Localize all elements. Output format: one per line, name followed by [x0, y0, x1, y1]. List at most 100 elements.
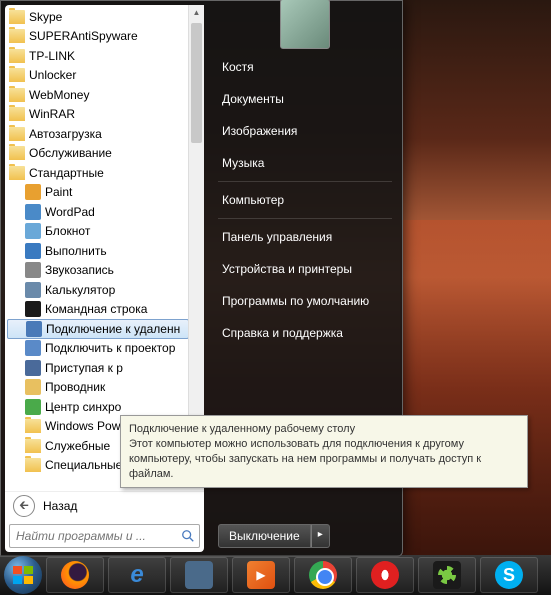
taskbar-explorer[interactable] — [170, 557, 228, 593]
shutdown-button[interactable]: Выключение — [218, 524, 311, 548]
folder-icon — [9, 10, 25, 24]
wordpad-icon — [25, 204, 41, 220]
program-item-projector[interactable]: Подключить к проектор — [7, 339, 187, 359]
right-link-0[interactable]: Панель управления — [208, 221, 402, 253]
cmd-icon — [25, 301, 41, 317]
program-folder-4[interactable]: WebMoney — [7, 85, 187, 105]
program-item-sync[interactable]: Центр синхро — [7, 397, 187, 417]
program-label: Приступая к р — [45, 361, 123, 375]
program-folder-5[interactable]: WinRAR — [7, 105, 187, 125]
search-box[interactable] — [9, 524, 200, 548]
search-icon — [181, 529, 195, 543]
program-label: Skype — [29, 10, 62, 24]
taskbar-media[interactable]: ▶ — [232, 557, 290, 593]
program-label: TP-LINK — [29, 49, 75, 63]
program-folder-1[interactable]: SUPERAntiSpyware — [7, 27, 187, 47]
program-label: Центр синхро — [45, 400, 121, 414]
program-label: Калькулятор — [45, 283, 115, 297]
taskbar-opera[interactable] — [356, 557, 414, 593]
folder-icon — [25, 458, 41, 472]
program-item-calc[interactable]: Калькулятор — [7, 280, 187, 300]
program-label: Проводник — [45, 380, 105, 394]
program-folder-8[interactable]: Стандартные — [7, 163, 187, 183]
separator — [218, 218, 392, 219]
folder-icon — [9, 29, 25, 43]
media-player-icon: ▶ — [247, 561, 275, 589]
paint-icon — [25, 184, 41, 200]
program-label: Звукозапись — [45, 263, 114, 277]
scroll-thumb[interactable] — [191, 23, 202, 143]
program-label: Стандартные — [29, 166, 104, 180]
program-item-explorer[interactable]: Проводник — [7, 378, 187, 398]
user-picture[interactable] — [280, 0, 330, 49]
program-folder-0[interactable]: Skype — [7, 7, 187, 27]
program-label: Блокнот — [45, 224, 90, 238]
tooltip: Подключение к удаленному рабочему столу … — [120, 415, 528, 488]
tooltip-body: Этот компьютер можно использовать для по… — [129, 438, 481, 480]
taskbar: e ▶ S — [0, 555, 551, 595]
right-link-3[interactable]: Справка и поддержка — [208, 317, 402, 349]
program-label: WebMoney — [29, 88, 89, 102]
program-item-rdp[interactable]: Подключение к удаленн — [7, 319, 189, 339]
taskbar-ie[interactable]: e — [108, 557, 166, 593]
folder-icon — [9, 49, 25, 63]
program-item-notepad[interactable]: Блокнот — [7, 222, 187, 242]
program-label: Автозагрузка — [29, 127, 102, 141]
folder-icon — [9, 127, 25, 141]
projector-icon — [25, 340, 41, 356]
program-item-wordpad[interactable]: WordPad — [7, 202, 187, 222]
back-label: Назад — [43, 499, 77, 513]
program-label: Unlocker — [29, 68, 76, 82]
firefox-icon — [61, 561, 89, 589]
program-item-paint[interactable]: Paint — [7, 183, 187, 203]
program-folder-3[interactable]: Unlocker — [7, 66, 187, 86]
folder-icon — [9, 166, 25, 180]
right-link-2[interactable]: Программы по умолчанию — [208, 285, 402, 317]
tooltip-title: Подключение к удаленному рабочему столу — [129, 422, 519, 437]
right-link-0[interactable]: Компьютер — [208, 184, 402, 216]
program-list-scrollbar[interactable]: ▲ ▼ — [188, 5, 204, 475]
getting-icon — [25, 360, 41, 376]
program-item-cmd[interactable]: Командная строка — [7, 300, 187, 320]
program-item-sound[interactable]: Звукозапись — [7, 261, 187, 281]
program-label: SUPERAntiSpyware — [29, 29, 138, 43]
right-link-1[interactable]: Изображения — [208, 115, 402, 147]
program-label: Обслуживание — [29, 146, 112, 160]
shutdown-options-arrow[interactable]: ▸ — [311, 524, 330, 548]
calc-icon — [25, 282, 41, 298]
folder-icon — [9, 146, 25, 160]
folder-icon — [25, 439, 41, 453]
ie-icon: e — [123, 561, 151, 589]
windows-logo-icon — [13, 566, 33, 584]
program-label: WinRAR — [29, 107, 75, 121]
taskbar-firefox[interactable] — [46, 557, 104, 593]
program-label: WordPad — [45, 205, 95, 219]
search-input[interactable] — [14, 528, 181, 544]
user-name-link[interactable]: Костя — [208, 51, 402, 83]
program-item-run[interactable]: Выполнить — [7, 241, 187, 261]
program-label: Командная строка — [45, 302, 147, 316]
program-label: Служебные — [45, 439, 110, 453]
rdp-icon — [26, 321, 42, 337]
right-link-0[interactable]: Документы — [208, 83, 402, 115]
run-icon — [25, 243, 41, 259]
taskbar-icq[interactable] — [418, 557, 476, 593]
taskbar-chrome[interactable] — [294, 557, 352, 593]
program-folder-7[interactable]: Обслуживание — [7, 144, 187, 164]
folder-icon — [9, 88, 25, 102]
explorer-icon — [25, 379, 41, 395]
program-label: Подключение к удаленн — [46, 322, 180, 336]
sound-icon — [25, 262, 41, 278]
scroll-up-arrow[interactable]: ▲ — [189, 5, 204, 20]
right-link-1[interactable]: Устройства и принтеры — [208, 253, 402, 285]
right-link-2[interactable]: Музыка — [208, 147, 402, 179]
start-button[interactable] — [4, 556, 42, 594]
program-item-getting[interactable]: Приступая к р — [7, 358, 187, 378]
back-button[interactable]: 🡰 Назад — [5, 491, 204, 520]
taskbar-skype[interactable]: S — [480, 557, 538, 593]
program-folder-2[interactable]: TP-LINK — [7, 46, 187, 66]
program-folder-6[interactable]: Автозагрузка — [7, 124, 187, 144]
folder-icon — [9, 107, 25, 121]
icq-icon — [433, 561, 461, 589]
separator — [218, 181, 392, 182]
